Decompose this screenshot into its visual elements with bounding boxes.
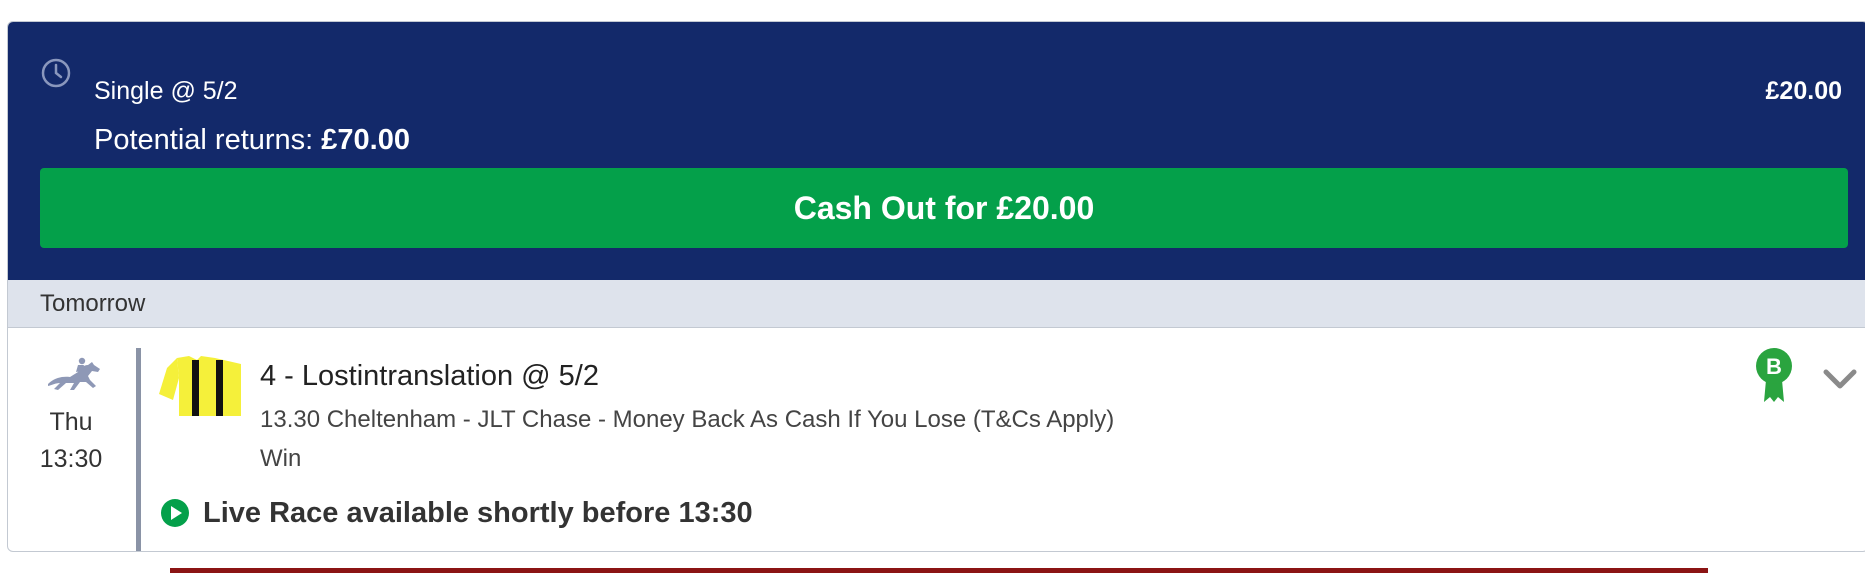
- clock-icon: [41, 58, 71, 88]
- vertical-divider: [136, 348, 141, 551]
- returns-label: Potential returns:: [94, 124, 314, 156]
- horse-racing-icon: [48, 357, 100, 390]
- market-description: 13.30 Cheltenham - JLT Chase - Money Bac…: [260, 406, 1115, 433]
- chevron-down-icon[interactable]: [1820, 364, 1860, 394]
- play-icon: [161, 499, 189, 527]
- boost-badge-icon: B: [1756, 348, 1792, 402]
- bet-type-label: Single @ 5/2: [94, 77, 238, 105]
- live-race-notice: Live Race available shortly before 13:30: [203, 497, 753, 529]
- banner-edge: [170, 568, 1708, 573]
- bet-kind: Win: [260, 445, 302, 472]
- cash-out-button[interactable]: Cash Out for £20.00: [40, 168, 1848, 248]
- event-time: 13:30: [39, 445, 103, 473]
- selection-title: 4 - Lostintranslation @ 5/2: [260, 360, 599, 392]
- day-header: Tomorrow: [8, 280, 1865, 328]
- potential-returns: Potential returns: £70.00: [94, 124, 410, 157]
- day-header-label: Tomorrow: [40, 290, 146, 317]
- bet-header: Single @ 5/2 £20.00 Potential returns: £…: [8, 22, 1865, 280]
- returns-value: £70.00: [321, 124, 410, 156]
- badge-letter: B: [1766, 354, 1782, 379]
- bet-card: Single @ 5/2 £20.00 Potential returns: £…: [7, 21, 1865, 552]
- jockey-silks-icon: [159, 356, 241, 416]
- stake-amount: £20.00: [1765, 77, 1842, 105]
- event-day: Thu: [49, 408, 93, 436]
